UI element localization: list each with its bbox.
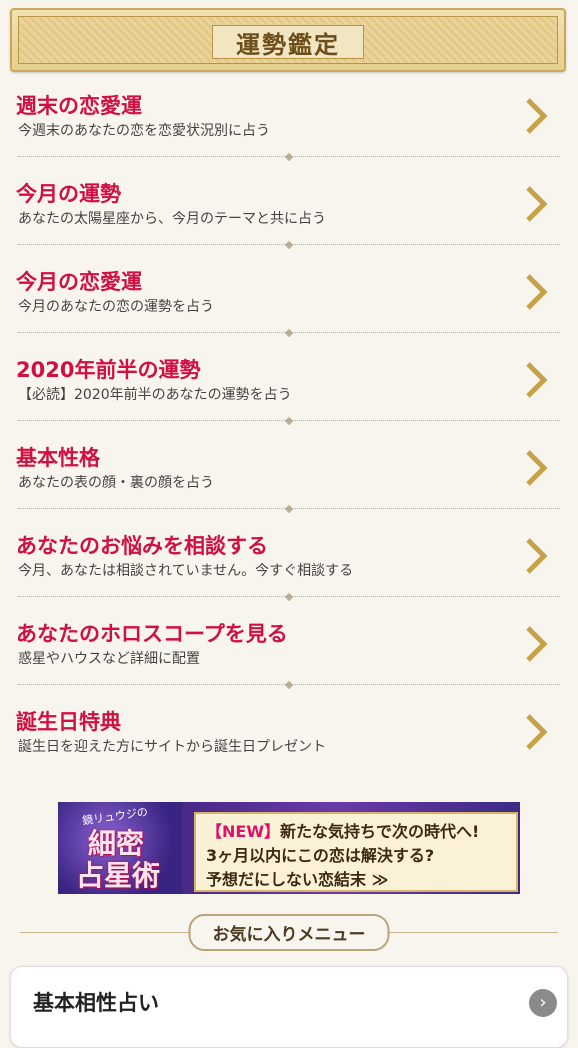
chevron-right-icon [526,362,548,398]
menu-item-title: あなたのホロスコープを見る [16,622,288,646]
menu-item-subtitle: 誕生日を迎えた方にサイトから誕生日プレゼント [18,739,326,755]
menu-item-subtitle: あなたの太陽星座から、今月のテーマと共に占う [18,211,326,227]
menu-item-2020-first-half[interactable]: 2020年前半の運勢 【必読】2020年前半のあなたの運勢を占う [0,348,578,436]
promo-banner[interactable]: 鏡リュウジの 細密 占星術 【NEW】新たな気持ちで次の時代へ! 3ヶ月以内にこ… [58,802,520,894]
banner-line2: 3ヶ月以内にこの恋は解決する? [206,846,435,865]
menu-item-title: 今月の恋愛運 [16,270,142,294]
menu-item-title: 今月の運勢 [16,182,121,206]
header-title-plate: 運勢鑑定 [212,25,364,59]
menu-item-monthly-fortune[interactable]: 今月の運勢 あなたの太陽星座から、今月のテーマと共に占う [0,172,578,260]
menu-item-title: 誕生日特典 [16,710,121,734]
menu-item-horoscope[interactable]: あなたのホロスコープを見る 惑星やハウスなど詳細に配置 [0,612,578,700]
divider [18,332,560,334]
banner-line3: 予想だにしない恋結末 ≫ [206,870,389,889]
chevron-right-icon [526,714,548,750]
banner-line1-text: 新たな気持ちで次の時代へ! [279,822,480,841]
divider [18,596,560,598]
menu-item-title: 基本性格 [16,446,100,470]
menu-item-subtitle: 今月のあなたの恋の運勢を占う [18,299,214,315]
banner-logo-line2: 占星術 [76,859,161,892]
divider [18,244,560,246]
section-header: 運勢鑑定 [10,8,566,72]
menu-item-subtitle: 今週末のあなたの恋を恋愛状況別に占う [18,123,270,139]
card-title: 基本相性占い [33,991,159,1015]
chevron-right-icon [526,186,548,222]
page-title: 運勢鑑定 [236,29,340,59]
divider [18,684,560,686]
chevron-right-icon: › [529,989,557,1017]
menu-item-subtitle: あなたの表の顔・裏の顔を占う [18,475,214,491]
chevron-right-icon [526,538,548,574]
divider [18,156,560,158]
menu-item-basic-personality[interactable]: 基本性格 あなたの表の顔・裏の顔を占う [0,436,578,524]
favorites-label: お気に入りメニュー [188,914,390,951]
divider [18,508,560,510]
favorites-header: お気に入りメニュー [0,912,578,952]
new-badge: 【NEW】 [206,822,280,841]
banner-logo-area: 鏡リュウジの 細密 占星術 [58,802,182,894]
menu-item-weekend-love[interactable]: 週末の恋愛運 今週末のあなたの恋を恋愛状況別に占う [0,84,578,172]
menu-item-birthday-bonus[interactable]: 誕生日特典 誕生日を迎えた方にサイトから誕生日プレゼント [0,700,578,788]
chevron-right-icon [526,450,548,486]
menu-item-subtitle: 惑星やハウスなど詳細に配置 [18,651,200,667]
header-ornament: 運勢鑑定 [18,16,558,64]
chevron-right-icon [526,626,548,662]
menu-item-monthly-love[interactable]: 今月の恋愛運 今月のあなたの恋の運勢を占う [0,260,578,348]
menu-item-consultation[interactable]: あなたのお悩みを相談する 今月、あなたは相談されていません。今すぐ相談する [0,524,578,612]
menu-item-subtitle: 【必読】2020年前半のあなたの運勢を占う [18,387,292,403]
banner-line1: 【NEW】新たな気持ちで次の時代へ! [206,818,479,842]
chevron-right-icon [526,98,548,134]
menu-item-subtitle: 今月、あなたは相談されていません。今すぐ相談する [18,563,354,579]
divider [18,420,560,422]
banner-scroll: 【NEW】新たな気持ちで次の時代へ! 3ヶ月以内にこの恋は解決する? 予想だにし… [194,812,518,892]
chevron-right-icon [526,274,548,310]
menu-item-title: あなたのお悩みを相談する [16,534,268,558]
menu-item-title: 2020年前半の運勢 [16,358,201,382]
favorite-card-compatibility[interactable]: 基本相性占い › [10,966,568,1048]
menu-item-title: 週末の恋愛運 [16,94,142,118]
fortune-menu-list: 週末の恋愛運 今週末のあなたの恋を恋愛状況別に占う 今月の運勢 あなたの太陽星座… [0,84,578,788]
